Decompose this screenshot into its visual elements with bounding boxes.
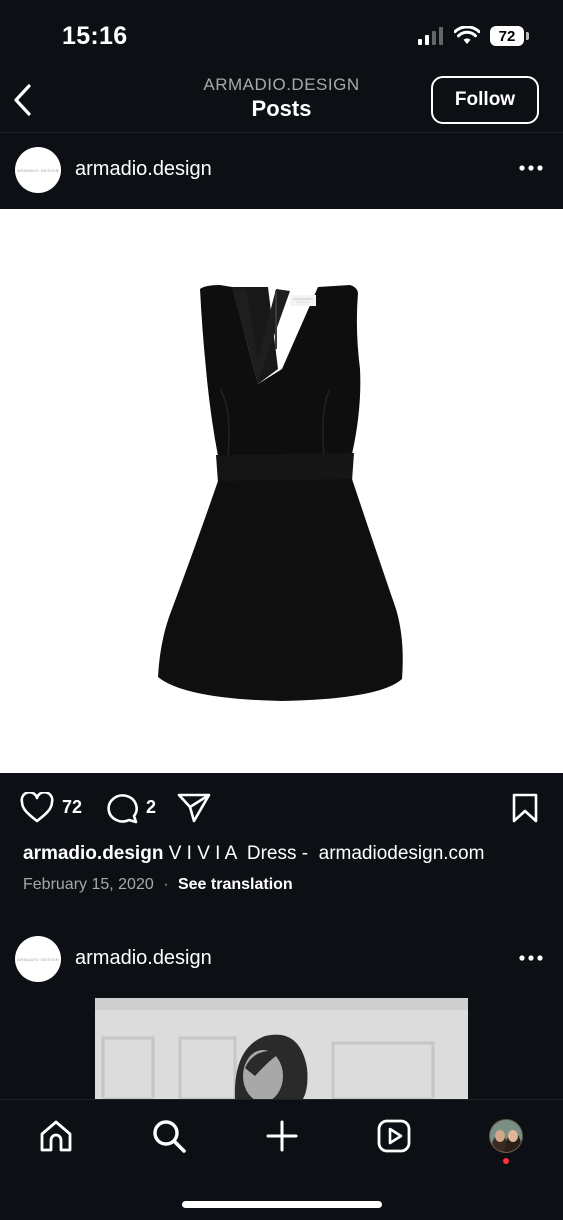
wifi-icon xyxy=(454,26,480,44)
home-indicator[interactable] xyxy=(182,1201,382,1208)
avatar[interactable]: ARMADIO DESIGN xyxy=(15,147,61,193)
search-icon[interactable] xyxy=(151,1118,187,1154)
home-icon[interactable] xyxy=(38,1118,74,1154)
like-icon[interactable] xyxy=(20,792,54,824)
comment-count[interactable]: 2 xyxy=(146,797,156,818)
cellular-signal-icon xyxy=(418,27,443,45)
create-icon[interactable] xyxy=(264,1118,300,1154)
dress-image xyxy=(158,285,403,701)
bookmark-icon[interactable] xyxy=(511,792,539,824)
caption-text: V I V I A Dress - armadiodesign.com xyxy=(163,843,485,864)
like-count[interactable]: 72 xyxy=(62,797,82,818)
meta-separator: · xyxy=(163,876,169,893)
post-date: February 15, 2020 xyxy=(23,876,154,893)
post-username[interactable]: armadio.design xyxy=(75,158,212,181)
header-divider xyxy=(0,132,563,133)
follow-button[interactable]: Follow xyxy=(431,76,539,124)
avatar-logo-text: ARMADIO DESIGN xyxy=(16,167,60,173)
status-icons: 72 xyxy=(418,26,529,46)
post-caption: armadio.design V I V I A Dress - armadio… xyxy=(23,843,484,865)
battery-level: 72 xyxy=(490,26,524,46)
comment-icon[interactable] xyxy=(105,792,139,824)
notification-dot xyxy=(503,1158,509,1164)
more-options-icon[interactable] xyxy=(518,954,544,962)
post-meta: February 15, 2020 · See translation xyxy=(23,876,293,894)
avatar-logo-text: ARMADIO DESIGN xyxy=(16,956,60,962)
post-image[interactable] xyxy=(95,998,468,1099)
caption-username[interactable]: armadio.design xyxy=(23,843,163,864)
model-photo xyxy=(95,998,468,1099)
reels-icon[interactable] xyxy=(376,1118,412,1154)
battery-icon: 72 xyxy=(490,26,529,46)
post-username[interactable]: armadio.design xyxy=(75,947,212,970)
profile-avatar[interactable] xyxy=(488,1118,524,1154)
avatar[interactable]: ARMADIO DESIGN xyxy=(15,936,61,982)
status-time: 15:16 xyxy=(62,22,128,50)
post-image[interactable] xyxy=(0,209,563,773)
share-icon[interactable] xyxy=(176,792,212,824)
more-options-icon[interactable] xyxy=(518,164,544,172)
see-translation-link[interactable]: See translation xyxy=(178,876,293,893)
